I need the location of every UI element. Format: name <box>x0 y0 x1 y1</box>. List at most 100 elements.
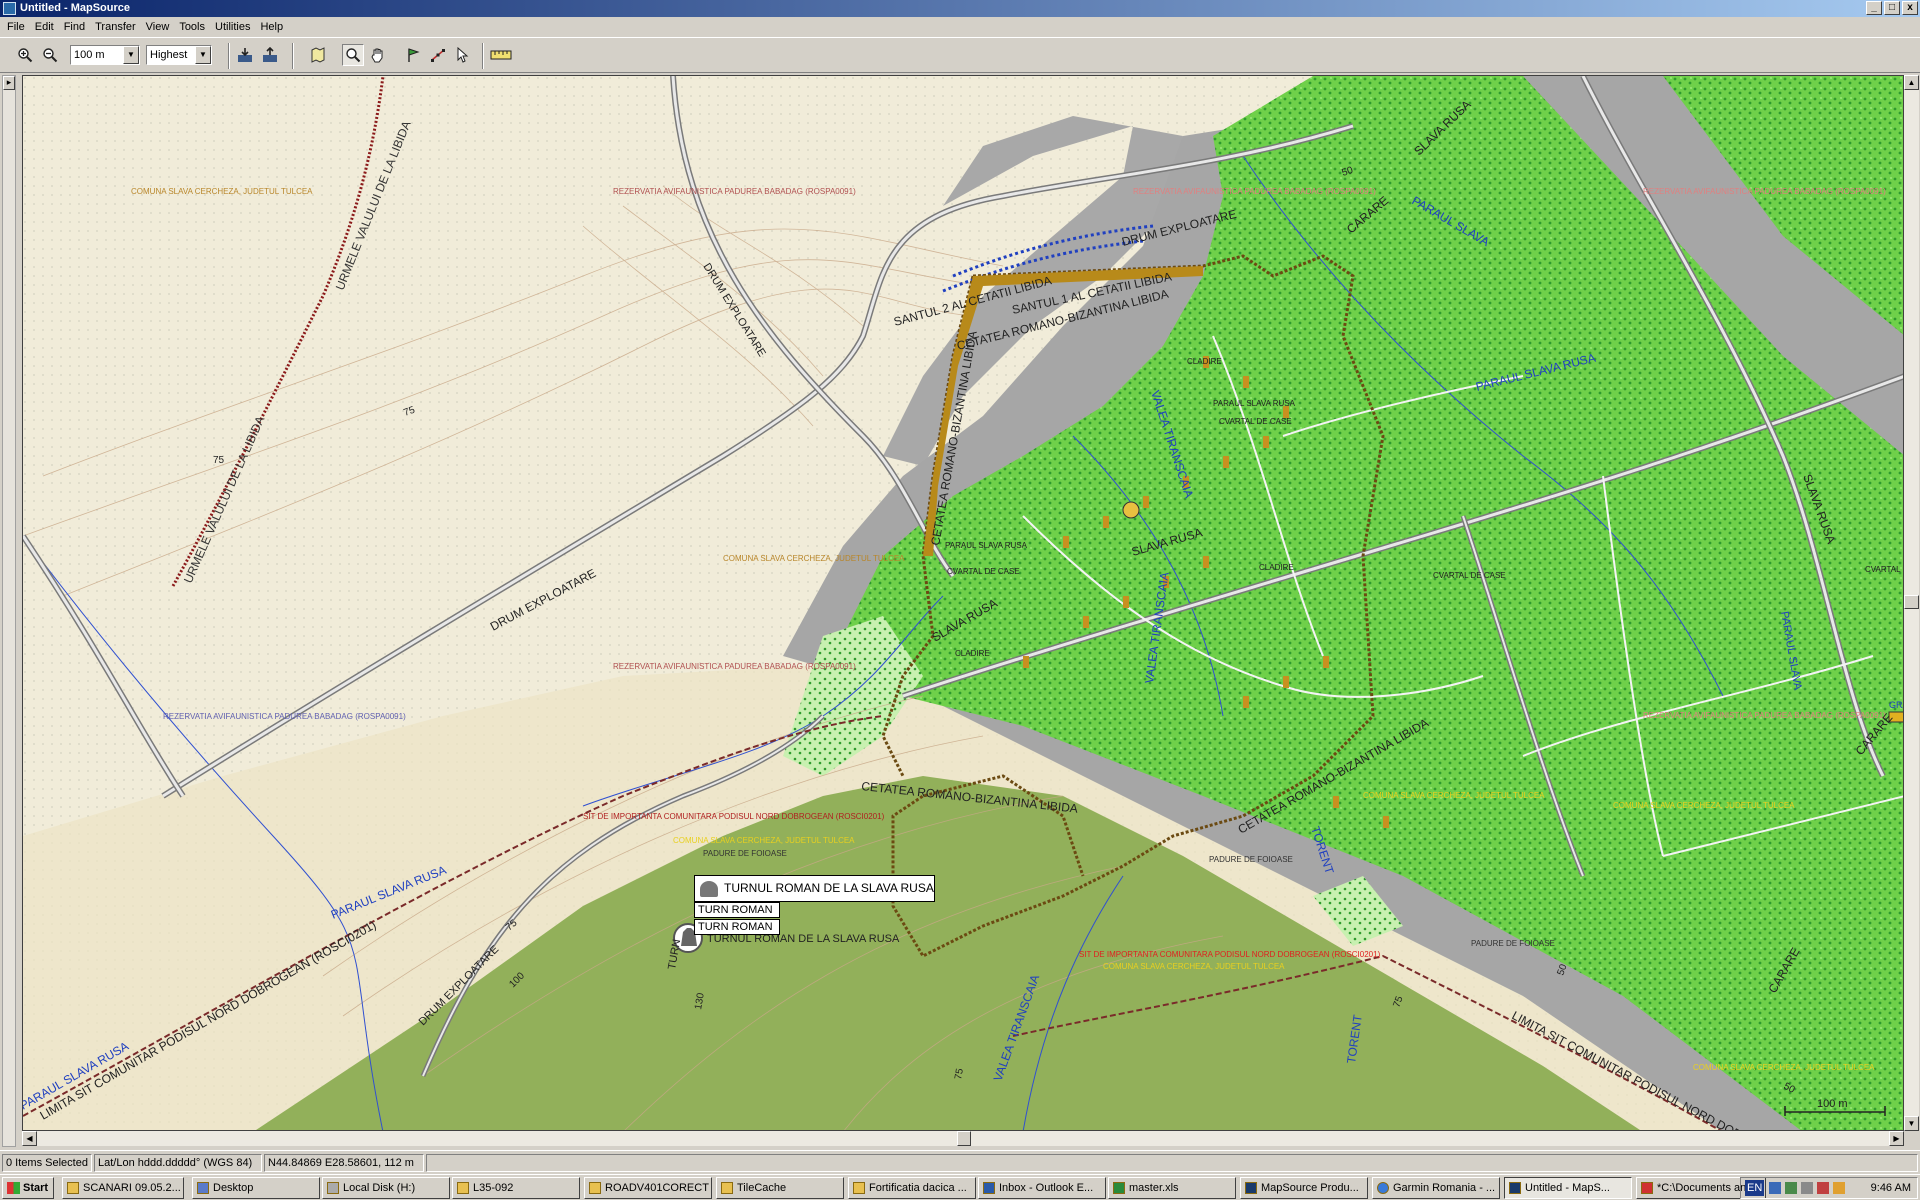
poi-tooltip-line: TURN ROMAN <box>694 919 780 935</box>
zoom-level-select[interactable]: 100 m ▼ <box>70 45 140 65</box>
update-icon[interactable] <box>1817 1182 1829 1194</box>
detail-level-value: Highest <box>150 49 188 61</box>
route-tool-icon[interactable] <box>427 44 449 66</box>
landmark-poi-icon[interactable] <box>1122 501 1140 519</box>
scroll-left-icon[interactable]: ◀ <box>22 1131 37 1146</box>
tower-icon <box>700 881 718 897</box>
horizontal-scroll-thumb[interactable] <box>957 1131 971 1146</box>
zoom-out-icon[interactable] <box>39 44 61 66</box>
volume-icon[interactable] <box>1801 1182 1813 1194</box>
chevron-down-icon[interactable]: ▼ <box>195 46 211 64</box>
chevron-down-icon[interactable]: ▼ <box>123 46 139 64</box>
map-view[interactable]: DRUM EXPLOATARE DRUM EXPLOATARE DRUM EXP… <box>22 75 1904 1131</box>
topographic-map[interactable]: DRUM EXPLOATARE DRUM EXPLOATARE DRUM EXP… <box>23 76 1904 1131</box>
menu-edit[interactable]: Edit <box>30 17 59 37</box>
contour-label: 75 <box>213 455 225 466</box>
start-button[interactable]: Start <box>2 1177 54 1199</box>
language-indicator[interactable]: EN <box>1745 1180 1765 1196</box>
folder-icon <box>457 1182 469 1194</box>
task-button[interactable]: Local Disk (H:) <box>322 1177 450 1199</box>
menu-help[interactable]: Help <box>255 17 288 37</box>
block-label: CVARTAL DE CASE <box>1219 417 1292 426</box>
menu-find[interactable]: Find <box>59 17 90 37</box>
tray-app-icon[interactable] <box>1833 1182 1845 1194</box>
scroll-up-icon[interactable]: ▲ <box>1904 75 1919 90</box>
start-label: Start <box>23 1182 49 1194</box>
distance-tool-icon[interactable] <box>488 44 514 66</box>
map-tool-icon[interactable] <box>307 44 329 66</box>
receive-from-device-icon[interactable] <box>234 44 256 66</box>
task-button[interactable]: TileCache <box>716 1177 844 1199</box>
forest-type-label: PADURE DE FOIOASE <box>1209 855 1293 864</box>
reserve-label: REZERVATIA AVIFAUNISTICA PADUREA BABADAG… <box>613 187 856 196</box>
task-button[interactable]: SCANARI 09.05.2... <box>62 1177 184 1199</box>
status-bar: 0 Items Selected Lat/Lon hddd.ddddd° (WG… <box>0 1150 1920 1174</box>
task-label: Local Disk (H:) <box>343 1182 416 1194</box>
zoom-level-value: 100 m <box>74 49 105 61</box>
toolbar-separator <box>292 43 294 69</box>
cursor-position: N44.84869 E28.58601, 112 m <box>264 1154 424 1172</box>
send-to-device-icon[interactable] <box>259 44 281 66</box>
poi-tooltip-title: TURNUL ROMAN DE LA SLAVA RUSA <box>724 881 934 895</box>
task-button[interactable]: ROADV401CORECT <box>584 1177 712 1199</box>
task-button[interactable]: L35-092 <box>452 1177 580 1199</box>
window-title: Untitled - MapSource <box>20 2 131 14</box>
site-label: SIT DE IMPORTANTA COMUNITARA PODISUL NOR… <box>1079 950 1381 959</box>
menu-file[interactable]: File <box>2 17 30 37</box>
commune-label: COMUNA SLAVA CERCHEZA, JUDETUL TULCEA <box>673 836 855 845</box>
network-icon[interactable] <box>1769 1182 1781 1194</box>
reserve-label: REZERVATIA AVIFAUNISTICA PADUREA BABADAG… <box>613 662 856 671</box>
waypoint-tool-icon[interactable] <box>402 44 424 66</box>
zoom-in-icon[interactable] <box>14 44 36 66</box>
side-panel-collapsed[interactable]: ▸ <box>2 75 16 1147</box>
minimize-button[interactable]: _ <box>1866 1 1882 15</box>
hand-tool-icon[interactable] <box>367 44 389 66</box>
coordinate-format: Lat/Lon hddd.ddddd° (WGS 84) <box>94 1154 262 1172</box>
vertical-scroll-thumb[interactable] <box>1904 595 1919 609</box>
folder-icon <box>589 1182 601 1194</box>
grad-label: GRAD <box>1889 700 1904 710</box>
stream-label: PARAUL SLAVA RUSA <box>945 541 1028 550</box>
title-bar: Untitled - MapSource _ □ x <box>0 0 1920 17</box>
taskbar: Start SCANARI 09.05.2... Desktop Local D… <box>0 1174 1920 1200</box>
close-button[interactable]: x <box>1902 1 1918 15</box>
task-label: SCANARI 09.05.2... <box>83 1182 181 1194</box>
task-label: L35-092 <box>473 1182 514 1194</box>
task-button[interactable]: Fortificatia dacica ... <box>848 1177 976 1199</box>
block-label: CVARTAL <box>1865 565 1901 574</box>
horizontal-scrollbar[interactable]: ◀ ▶ <box>22 1131 1904 1146</box>
site-label: SIT DE IMPORTANTA COMUNITARA PODISUL NOR… <box>583 812 885 821</box>
task-button[interactable]: Desktop <box>192 1177 320 1199</box>
menu-bar: File Edit Find Transfer View Tools Utili… <box>0 17 1920 37</box>
menu-view[interactable]: View <box>141 17 175 37</box>
menu-tools[interactable]: Tools <box>174 17 210 37</box>
detail-level-select[interactable]: Highest ▼ <box>146 45 212 65</box>
task-button[interactable]: Inbox - Outlook E... <box>978 1177 1106 1199</box>
task-label: ROADV401CORECT <box>605 1182 709 1194</box>
commune-label: COMUNA SLAVA CERCHEZA, JUDETUL TULCEA <box>1103 962 1285 971</box>
commune-label: COMUNA SLAVA CERCHEZA, JUDETUL TULCEA <box>723 554 905 563</box>
menu-transfer[interactable]: Transfer <box>90 17 141 37</box>
windows-logo-icon <box>7 1182 20 1194</box>
security-icon[interactable] <box>1785 1182 1797 1194</box>
scroll-down-icon[interactable]: ▼ <box>1904 1116 1919 1131</box>
task-label: master.xls <box>1129 1182 1179 1194</box>
folder-icon <box>721 1182 733 1194</box>
commune-label: COMUNA SLAVA CERCHEZA, JUDETUL TULCEA <box>131 187 313 196</box>
building-label: CLADIRE <box>1259 563 1294 572</box>
task-label: Fortificatia dacica ... <box>869 1182 967 1194</box>
task-button[interactable]: MapSource Produ... <box>1240 1177 1368 1199</box>
zoom-tool-icon[interactable] <box>342 44 364 66</box>
scroll-right-icon[interactable]: ▶ <box>1889 1131 1904 1146</box>
reserve-label: REZERVATIA AVIFAUNISTICA PADUREA BABADAG… <box>163 712 406 721</box>
task-button-active[interactable]: Untitled - MapS... <box>1504 1177 1632 1199</box>
folder-icon <box>67 1182 79 1194</box>
selection-tool-icon[interactable] <box>452 44 474 66</box>
expand-panel-icon[interactable]: ▸ <box>3 76 15 90</box>
vertical-scrollbar[interactable]: ▲ ▼ <box>1904 75 1919 1131</box>
reserve-label: REZERVATIA AVIFAUNISTICA PADUREA BABADAG… <box>1133 187 1376 196</box>
maximize-button[interactable]: □ <box>1884 1 1900 15</box>
task-button[interactable]: master.xls <box>1108 1177 1236 1199</box>
task-button[interactable]: Garmin Romania - ... <box>1372 1177 1500 1199</box>
menu-utilities[interactable]: Utilities <box>210 17 255 37</box>
